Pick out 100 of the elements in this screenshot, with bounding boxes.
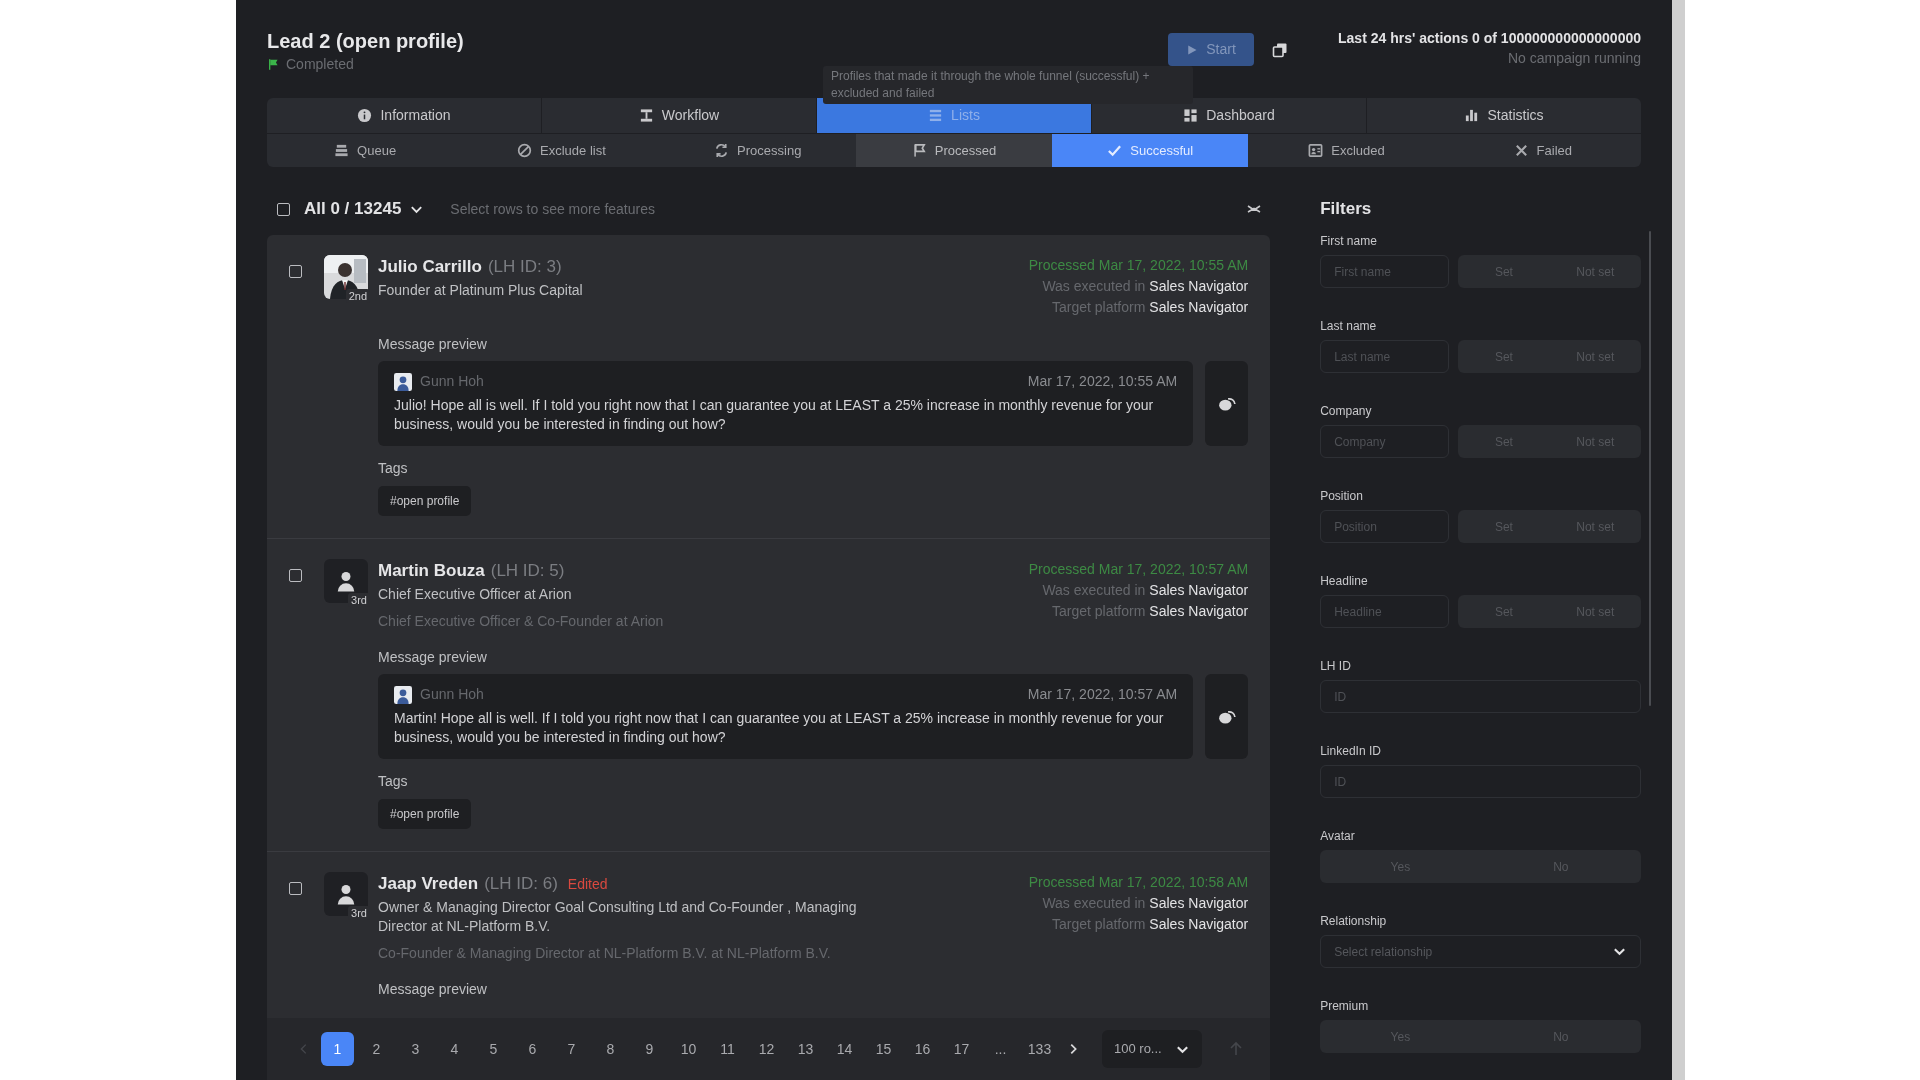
- section-label: Message preview: [378, 335, 488, 354]
- arrow-up-icon: [1228, 1041, 1244, 1057]
- filter-label: LH ID: [1320, 658, 1352, 674]
- scrollbar-track[interactable]: [1672, 0, 1685, 1080]
- subtab[interactable]: Processing: [659, 134, 856, 167]
- count-dropdown[interactable]: All 0 / 13245: [304, 196, 425, 222]
- page-button[interactable]: 8: [594, 1032, 627, 1066]
- tab[interactable]: Statistics: [1366, 98, 1641, 133]
- executed-label: Was executed in: [1042, 894, 1146, 913]
- platform-value: Sales Navigator: [1149, 602, 1249, 621]
- section-label: Tags: [378, 459, 409, 478]
- section-label: Tags: [378, 772, 409, 791]
- filter-label: Last name: [1320, 318, 1378, 334]
- page-button[interactable]: 3: [399, 1032, 432, 1066]
- platform-value: Sales Navigator: [1149, 298, 1249, 317]
- lead-id: (LH ID: 6): [484, 873, 558, 895]
- page-button[interactable]: 17: [945, 1032, 978, 1066]
- chat-button[interactable]: [1205, 361, 1249, 446]
- platform-label: Target platform: [1052, 915, 1146, 934]
- sender-avatar-icon: [394, 685, 412, 704]
- lead-headline: Co-Founder & Managing Director at NL-Platform B.V. at NL-Platform B.V.: [378, 944, 832, 963]
- page-button[interactable]: 1: [321, 1032, 354, 1066]
- flag-icon: [911, 143, 927, 158]
- close-icon: [1513, 143, 1529, 158]
- bar-chart-icon: [1464, 108, 1480, 123]
- executed-label: Was executed in: [1042, 277, 1146, 296]
- lead-name[interactable]: Julio Carrillo: [378, 255, 482, 279]
- tag: #open profile: [378, 486, 472, 516]
- platform-value: Sales Navigator: [1149, 915, 1249, 934]
- campaign-status: No campaign running: [1507, 49, 1641, 68]
- flag-icon: [267, 58, 280, 71]
- lead-name[interactable]: Martin Bouza: [378, 559, 485, 583]
- tag: #open profile: [378, 799, 472, 829]
- lead-name[interactable]: Jaap Vreden: [378, 872, 479, 896]
- page-button[interactable]: 2: [360, 1032, 393, 1066]
- section-label: Message preview: [378, 980, 488, 999]
- sender-name: Gunn Hoh: [420, 372, 484, 391]
- degree-badge: 3rd: [348, 593, 370, 607]
- degree-badge: 2nd: [345, 289, 370, 303]
- filter-label: Premium: [1320, 998, 1370, 1014]
- status-text: Completed: [286, 55, 354, 74]
- platform-label: Target platform: [1052, 298, 1146, 317]
- contact-card-icon: [1308, 143, 1324, 158]
- page-button[interactable]: 6: [516, 1032, 549, 1066]
- sender-avatar-icon: [394, 372, 412, 391]
- page-button[interactable]: 12: [750, 1032, 783, 1066]
- tooltip: Profiles that made it through the whole funnel (successful) + excluded and failed: [823, 66, 1193, 104]
- executed-value: Sales Navigator: [1149, 581, 1249, 600]
- hint-text: Select rows to see more features: [450, 199, 655, 219]
- select-all-checkbox[interactable]: [277, 202, 290, 216]
- section-label: Message preview: [378, 648, 488, 667]
- list-icon: [928, 108, 944, 123]
- action-count: Last 24 hrs' actions 0 of 100000000000000000: [1338, 29, 1641, 48]
- page-button[interactable]: 5: [477, 1032, 510, 1066]
- page-button[interactable]: 13: [789, 1032, 822, 1066]
- play-icon: [1186, 43, 1199, 56]
- subtab[interactable]: Queue: [267, 134, 464, 167]
- subtab[interactable]: Exclude list: [463, 134, 660, 167]
- page-button[interactable]: 9: [633, 1032, 666, 1066]
- page-button[interactable]: 133: [1023, 1032, 1056, 1066]
- subtab[interactable]: Failed: [1444, 134, 1641, 167]
- processed-date: Processed Mar 17, 2022, 10:55 AM: [1028, 256, 1249, 275]
- scrollbar[interactable]: [1649, 231, 1651, 706]
- lead-id: (LH ID: 5): [490, 560, 565, 582]
- filters-title: Filters: [1320, 198, 1373, 220]
- row-checkbox[interactable]: [289, 569, 302, 582]
- ban-icon: [517, 143, 533, 158]
- row-checkbox[interactable]: [289, 265, 302, 278]
- page-button[interactable]: ...: [984, 1032, 1017, 1066]
- subtab[interactable]: Processed: [855, 134, 1053, 167]
- executed-label: Was executed in: [1042, 581, 1146, 600]
- executed-value: Sales Navigator: [1149, 894, 1249, 913]
- copy-icon: [1272, 42, 1288, 58]
- message-text: Martin! Hope all is well. If I told you right now that I can guarantee you at LEAST a 25% increase in monthly revenue for your business, would you be interested in finding out how?: [394, 709, 1165, 747]
- dashboard-icon: [1183, 108, 1199, 123]
- page-button[interactable]: 16: [906, 1032, 939, 1066]
- degree-badge: 3rd: [348, 906, 370, 920]
- workflow-icon: [638, 108, 654, 123]
- message-time: Mar 17, 2022, 10:55 AM: [1027, 372, 1178, 391]
- subtab[interactable]: Excluded: [1248, 134, 1445, 167]
- page-button[interactable]: 11: [711, 1032, 744, 1066]
- message-time: Mar 17, 2022, 10:57 AM: [1027, 685, 1178, 704]
- tab[interactable]: Information: [267, 98, 541, 133]
- chat-button[interactable]: [1205, 674, 1249, 759]
- check-icon: [1107, 143, 1123, 158]
- page-button[interactable]: 10: [672, 1032, 705, 1066]
- processed-date: Processed Mar 17, 2022, 10:58 AM: [1028, 873, 1249, 892]
- per-page-dropdown[interactable]: 100 ro...: [1102, 1030, 1202, 1068]
- copy-button[interactable]: [1272, 41, 1290, 59]
- row-checkbox[interactable]: [289, 882, 302, 895]
- page-button[interactable]: 15: [867, 1032, 900, 1066]
- page-button[interactable]: 14: [828, 1032, 861, 1066]
- edited-label: Edited: [567, 875, 608, 894]
- page-button[interactable]: 4: [438, 1032, 471, 1066]
- info-icon: [357, 108, 373, 123]
- message-text: Julio! Hope all is well. If I told you right now that I can guarantee you at LEAST a 25% increase in monthly revenue for your business, would you be interested in finding out how?: [394, 396, 1155, 434]
- filter-label: Relationship: [1320, 913, 1388, 929]
- lead-headline: Chief Executive Officer & Co-Founder at Arion: [378, 612, 664, 631]
- page-button[interactable]: 7: [555, 1032, 588, 1066]
- stack-icon: [334, 143, 350, 158]
